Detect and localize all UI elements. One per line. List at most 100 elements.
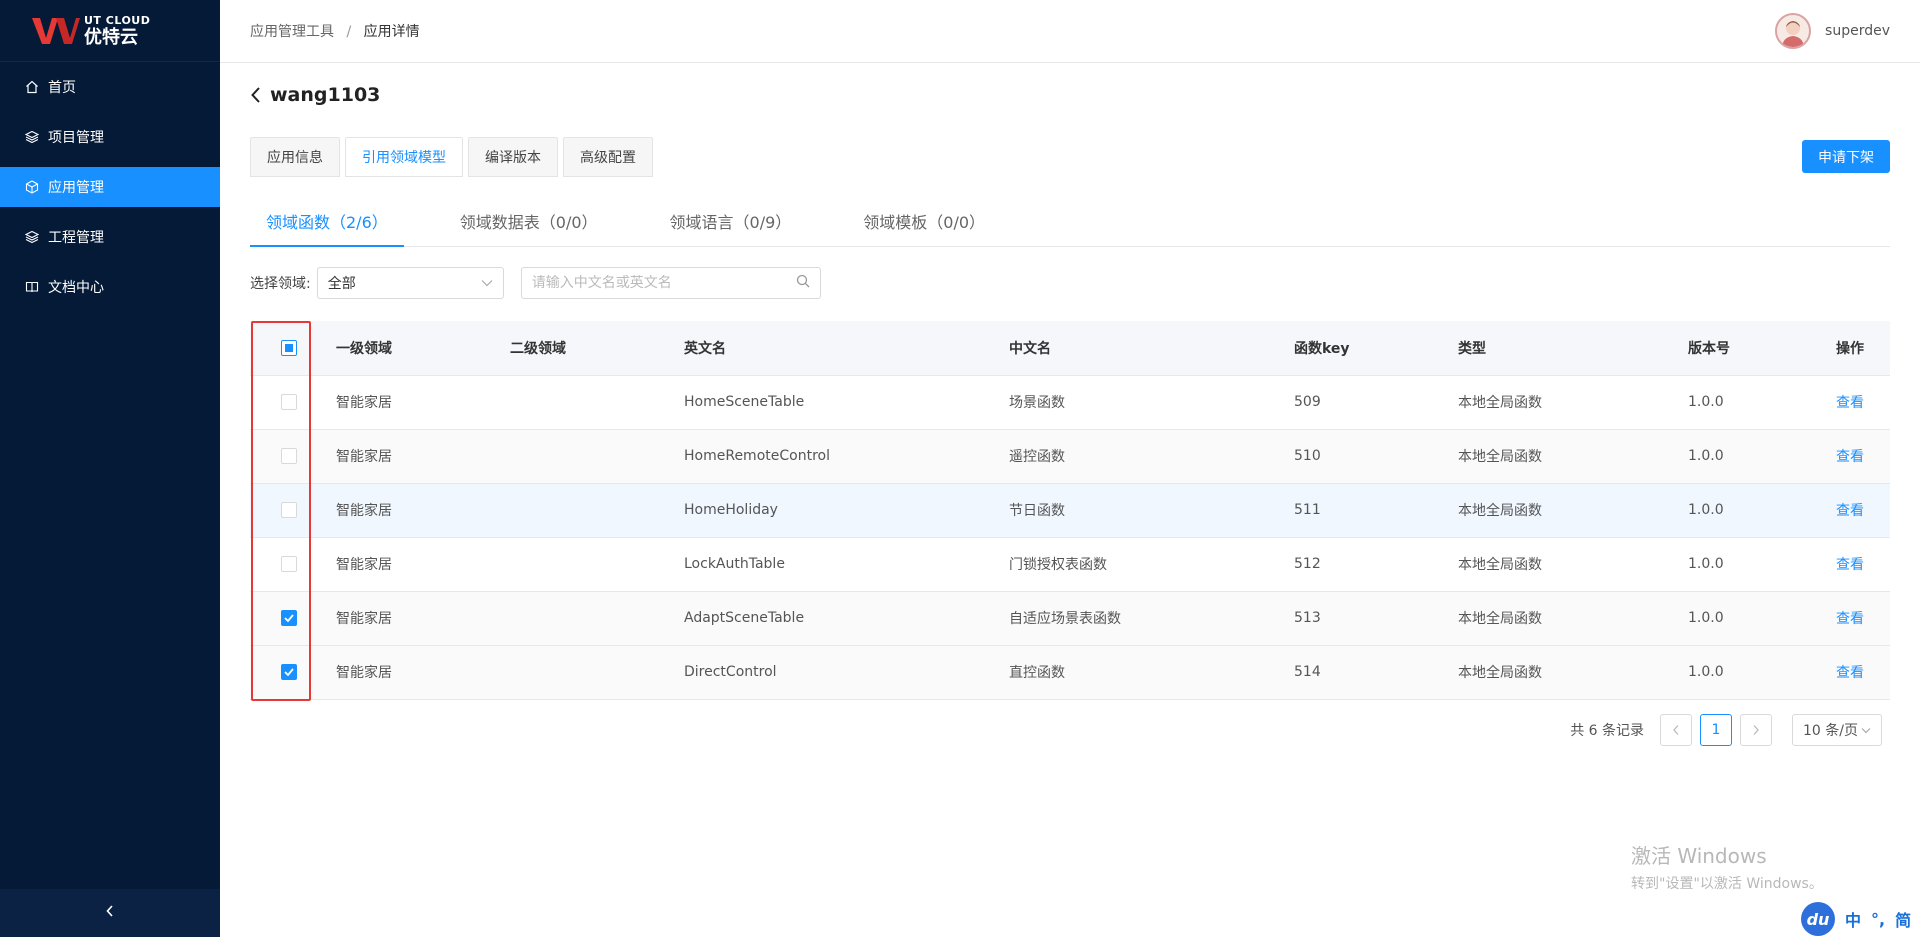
sidebar-item-home[interactable]: 首页 [0, 67, 220, 107]
user-menu[interactable]: superdev [1775, 13, 1890, 49]
domain-filter-label: 选择领域: [250, 276, 311, 292]
page-size-select[interactable]: 10 条/页 [1792, 713, 1882, 746]
cell-chinese-name: 节日函数 [1001, 483, 1286, 538]
row-checkbox[interactable] [281, 556, 297, 572]
page-number-button[interactable]: 1 [1700, 713, 1732, 746]
table-row[interactable]: 智能家居 AdaptSceneTable 自适应场景表函数 513 本地全局函数… [250, 591, 1890, 646]
cell-version: 1.0.0 [1680, 645, 1782, 700]
checkmark-icon [284, 614, 294, 622]
book-icon [24, 279, 40, 295]
sidebar-item-label: 首页 [48, 80, 76, 96]
view-link[interactable]: 查看 [1836, 557, 1864, 573]
ime-mode[interactable]: 中 [1845, 907, 1861, 931]
search-icon[interactable] [796, 274, 810, 292]
cell-function-key: 514 [1286, 645, 1450, 700]
sidebar-item-projects[interactable]: 项目管理 [0, 117, 220, 157]
sidebar-item-engineering[interactable]: 工程管理 [0, 217, 220, 257]
cell-type: 本地全局函数 [1450, 375, 1680, 430]
domain-select[interactable]: 全部 [316, 267, 504, 299]
tab-compile-version[interactable]: 编译版本 [468, 137, 558, 177]
pagination: 共 6 条记录 1 10 条/页 [250, 713, 1890, 746]
cell-chinese-name: 直控函数 [1001, 645, 1286, 700]
avatar[interactable] [1775, 13, 1812, 49]
breadcrumb-item-current: 应用详情 [363, 24, 420, 40]
subtab-domain-tables[interactable]: 领域数据表（0/0） [444, 196, 614, 246]
cell-english-name: LockAuthTable [676, 537, 1001, 592]
subtab-domain-templates[interactable]: 领域模板（0/0） [847, 196, 1001, 246]
row-checkbox[interactable] [281, 394, 297, 410]
top-header: 应用管理工具 / 应用详情 superdev [220, 0, 1920, 63]
tab-domain-model[interactable]: 引用领域模型 [345, 137, 463, 177]
prev-page-button[interactable] [1660, 713, 1692, 746]
table-row[interactable]: 智能家居 HomeSceneTable 场景函数 509 本地全局函数 1.0.… [250, 375, 1890, 430]
sidebar-item-label: 应用管理 [48, 180, 104, 196]
checkmark-icon [284, 668, 294, 676]
sidebar-collapse-button[interactable] [0, 889, 220, 937]
search-input[interactable] [531, 275, 796, 291]
back-arrow-icon[interactable] [250, 86, 262, 104]
sidebar-item-label: 工程管理 [48, 230, 104, 246]
username[interactable]: superdev [1825, 23, 1890, 39]
cell-version: 1.0.0 [1680, 537, 1782, 592]
view-link[interactable]: 查看 [1836, 395, 1864, 411]
chevron-down-icon [481, 275, 493, 291]
row-checkbox[interactable] [281, 610, 297, 626]
ime-punctuation[interactable]: °, [1871, 910, 1885, 929]
sidebar-item-apps[interactable]: 应用管理 [0, 167, 220, 207]
cell-domain1: 智能家居 [328, 375, 502, 430]
cell-english-name: AdaptSceneTable [676, 591, 1001, 646]
cell-chinese-name: 遥控函数 [1001, 429, 1286, 484]
column-header: 英文名 [676, 321, 1001, 376]
row-checkbox[interactable] [281, 664, 297, 680]
chevron-left-icon [105, 904, 115, 922]
sidebar-item-docs[interactable]: 文档中心 [0, 267, 220, 307]
search-box [520, 267, 821, 299]
table-row[interactable]: 智能家居 LockAuthTable 门锁授权表函数 512 本地全局函数 1.… [250, 537, 1890, 592]
ime-charset[interactable]: 简 [1895, 907, 1911, 931]
subtab-domain-functions[interactable]: 领域函数（2/6） [250, 196, 404, 247]
view-link[interactable]: 查看 [1836, 503, 1864, 519]
table-row[interactable]: 智能家居 HomeHoliday 节日函数 511 本地全局函数 1.0.0 查… [250, 483, 1890, 538]
logo-cn: 优特云 [84, 26, 138, 48]
cell-chinese-name: 门锁授权表函数 [1001, 537, 1286, 592]
view-link[interactable]: 查看 [1836, 611, 1864, 627]
cell-domain1: 智能家居 [328, 429, 502, 484]
tab-advanced-config[interactable]: 高级配置 [563, 137, 653, 177]
row-checkbox[interactable] [281, 448, 297, 464]
breadcrumb: 应用管理工具 / 应用详情 [250, 21, 420, 41]
subtab-domain-language[interactable]: 领域语言（0/9） [654, 196, 808, 246]
cell-domain1: 智能家居 [328, 483, 502, 538]
ime-logo-icon[interactable]: du [1801, 902, 1835, 936]
tab-app-info[interactable]: 应用信息 [250, 137, 340, 177]
column-header: 类型 [1450, 321, 1680, 376]
breadcrumb-item-app-tools[interactable]: 应用管理工具 [250, 24, 334, 40]
page-title: wang1103 [270, 84, 381, 106]
view-link[interactable]: 查看 [1836, 449, 1864, 465]
cell-domain2 [502, 645, 676, 700]
ime-toolbar[interactable]: du 中 °, 简 [1801, 902, 1920, 936]
cell-version: 1.0.0 [1680, 591, 1782, 646]
select-all-checkbox[interactable] [281, 339, 297, 356]
cell-domain2 [502, 483, 676, 538]
request-delist-button[interactable]: 申请下架 [1802, 140, 1890, 173]
layers-icon [24, 129, 40, 145]
cell-version: 1.0.0 [1680, 483, 1782, 538]
chevron-left-icon [1673, 724, 1679, 735]
pagination-total: 共 6 条记录 [1570, 722, 1644, 739]
table-row[interactable]: 智能家居 DirectControl 直控函数 514 本地全局函数 1.0.0… [250, 645, 1890, 700]
layers-icon [24, 229, 40, 245]
table-container: 一级领域 二级领域 英文名 中文名 函数key 类型 版本号 操作 智能家居 H… [250, 321, 1890, 701]
view-link[interactable]: 查看 [1836, 665, 1864, 681]
table-row[interactable]: 智能家居 HomeRemoteControl 遥控函数 510 本地全局函数 1… [250, 429, 1890, 484]
cell-chinese-name: 自适应场景表函数 [1001, 591, 1286, 646]
row-checkbox[interactable] [281, 502, 297, 518]
cell-function-key: 513 [1286, 591, 1450, 646]
filter-row: 选择领域: 全部 [250, 267, 1890, 299]
next-page-button[interactable] [1740, 713, 1772, 746]
cell-domain1: 智能家居 [328, 591, 502, 646]
cell-english-name: HomeSceneTable [676, 375, 1001, 430]
cell-type: 本地全局函数 [1450, 537, 1680, 592]
logo[interactable]: UT CLOUD 优特云 [0, 0, 220, 62]
cell-chinese-name: 场景函数 [1001, 375, 1286, 430]
cell-domain2 [502, 537, 676, 592]
